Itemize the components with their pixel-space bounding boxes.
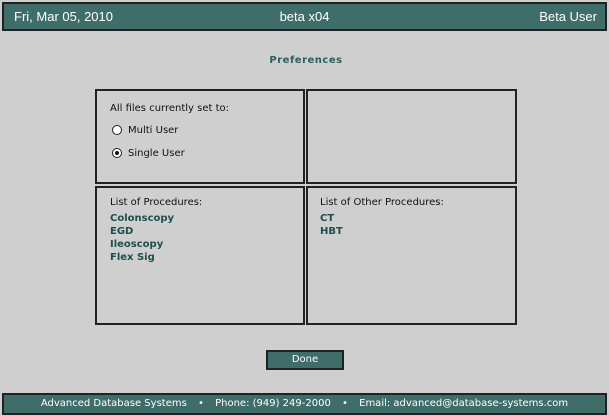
list-item[interactable]: Ileoscopy (110, 238, 174, 251)
other-procedures-label: List of Other Procedures: (320, 197, 444, 208)
separator: • (198, 398, 204, 409)
current-user: Beta User (539, 9, 597, 24)
multi-user-label: Multi User (128, 124, 179, 136)
page-title: Preferences (269, 55, 343, 66)
separator: • (342, 398, 348, 409)
done-button[interactable]: Done (266, 350, 344, 370)
title-bar: Fri, Mar 05, 2010 beta x04 Beta User (2, 2, 607, 31)
list-item[interactable]: EGD (110, 225, 174, 238)
company-name: Advanced Database Systems (40, 398, 187, 409)
single-user-option[interactable]: Single User (112, 146, 185, 160)
phone-text: Phone: (949) 249-2000 (215, 398, 331, 409)
single-user-radio[interactable] (112, 148, 122, 158)
file-settings-panel: All files currently set to: Multi User S… (95, 89, 305, 184)
list-item[interactable]: HBT (320, 225, 343, 238)
list-item[interactable]: Colonscopy (110, 212, 174, 225)
file-settings-label: All files currently set to: (110, 103, 230, 114)
procedures-panel: List of Procedures: Colonscopy EGD Ileos… (95, 186, 305, 325)
multi-user-option[interactable]: Multi User (112, 123, 178, 137)
multi-user-radio[interactable] (112, 125, 122, 135)
email-text: Email: advanced@database-systems.com (359, 398, 569, 409)
single-user-label: Single User (128, 147, 185, 159)
empty-panel (306, 89, 517, 184)
other-procedures-panel: List of Other Procedures: CT HBT (306, 186, 517, 325)
footer-bar: Advanced Database Systems • Phone: (949)… (2, 393, 607, 415)
app-title: beta x04 (279, 9, 330, 24)
other-procedures-list: CT HBT (320, 212, 343, 238)
list-item[interactable]: CT (320, 212, 343, 225)
procedures-label: List of Procedures: (110, 197, 203, 208)
procedures-list: Colonscopy EGD Ileoscopy Flex Sig (110, 212, 174, 264)
list-item[interactable]: Flex Sig (110, 251, 174, 264)
